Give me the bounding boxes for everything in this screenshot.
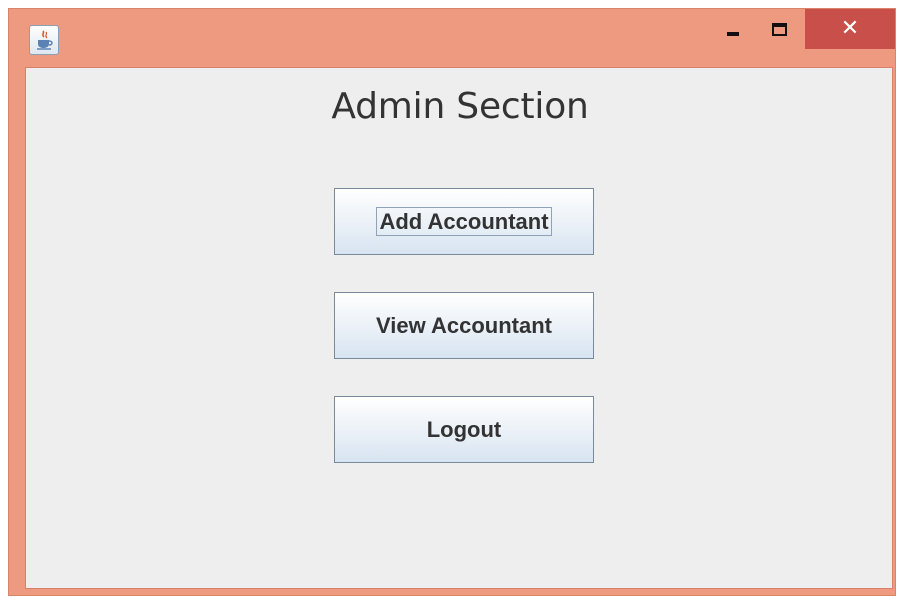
java-app-icon[interactable] [29, 25, 59, 55]
logout-button[interactable]: Logout [334, 396, 594, 463]
page-title: Admin Section [331, 86, 589, 127]
minimize-button[interactable] [715, 9, 751, 49]
close-button[interactable]: ✕ [805, 9, 895, 49]
minimize-icon [727, 32, 739, 36]
logout-label: Logout [426, 416, 502, 442]
view-accountant-button[interactable]: View Accountant [334, 292, 594, 359]
add-accountant-label: Add Accountant [376, 206, 552, 237]
add-accountant-button[interactable]: Add Accountant [334, 188, 594, 255]
java-coffee-cup-icon [37, 30, 53, 50]
title-bar[interactable]: ✕ [9, 9, 895, 66]
application-window: ✕ Admin Section Add Accountant View Acco… [8, 8, 896, 596]
maximize-icon [771, 22, 787, 36]
close-icon: ✕ [840, 16, 860, 41]
view-accountant-label: View Accountant [375, 312, 553, 338]
maximize-button[interactable] [761, 9, 797, 49]
admin-panel: Admin Section Add Accountant View Accoun… [25, 67, 893, 589]
